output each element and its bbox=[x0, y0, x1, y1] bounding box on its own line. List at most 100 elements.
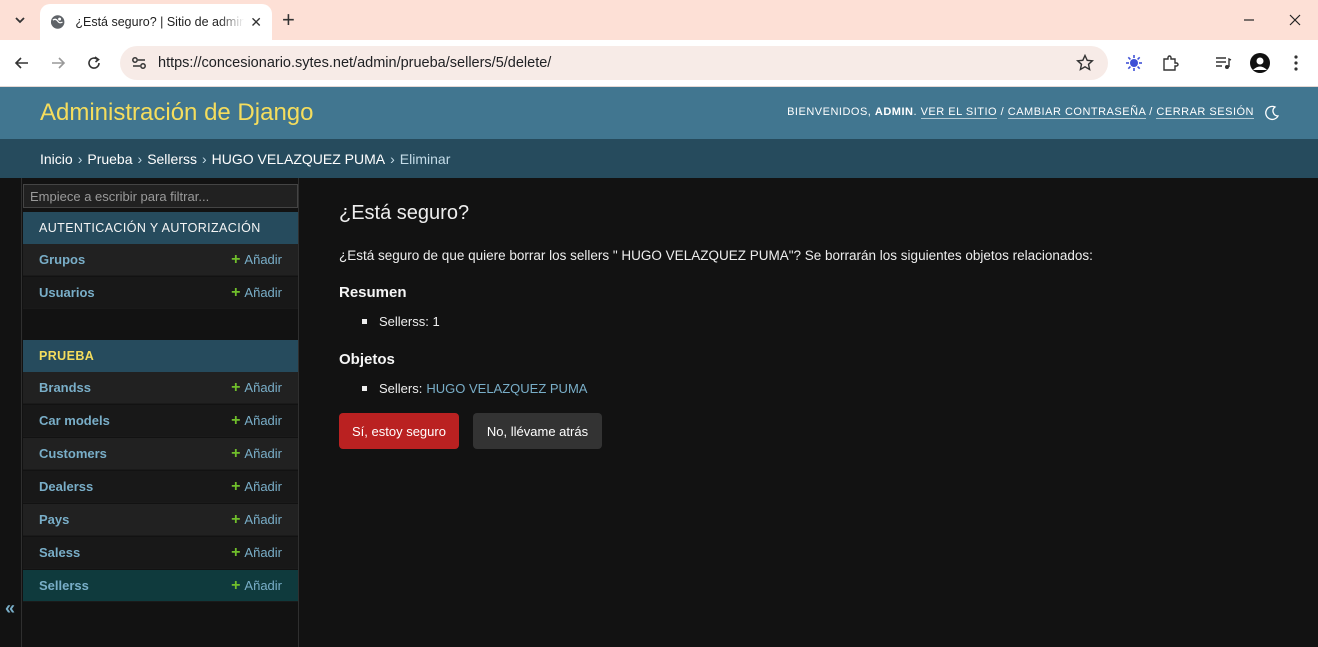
module-caption-label: Autenticación y autorización bbox=[39, 221, 261, 235]
sidebar-item-label[interactable]: Car models bbox=[39, 413, 231, 428]
breadcrumb-app[interactable]: Prueba bbox=[87, 151, 132, 167]
bookmark-star-icon[interactable] bbox=[1076, 54, 1094, 72]
sidebar-item-label[interactable]: Pays bbox=[39, 512, 231, 527]
add-dealerss-button[interactable]: + Añadir bbox=[231, 478, 282, 495]
site-settings-icon[interactable] bbox=[130, 54, 148, 72]
browser-tab-bar: ¿Está seguro? | Sitio de administración … bbox=[0, 0, 1318, 40]
sidebar-toggle[interactable]: « bbox=[0, 178, 22, 647]
objects-heading: Objetos bbox=[339, 351, 395, 368]
sidebar-item-label[interactable]: Grupos bbox=[39, 252, 231, 267]
sidebar-item-saless: Saless + Añadir bbox=[23, 537, 298, 569]
chevron-down-icon bbox=[15, 17, 25, 24]
extension-sunburst-icon[interactable] bbox=[1124, 53, 1144, 73]
main-content: ¿Está seguro? ¿Está seguro de que quiere… bbox=[300, 178, 1318, 647]
breadcrumb-object[interactable]: HUGO VELAZQUEZ PUMA bbox=[212, 151, 385, 167]
tab-title: ¿Está seguro? | Sitio de administración bbox=[75, 15, 245, 29]
logout-link[interactable]: Cerrar sesión bbox=[1156, 106, 1254, 119]
breadcrumb-separator: › bbox=[390, 150, 395, 167]
cancel-button[interactable]: No, llévame atrás bbox=[473, 413, 602, 449]
plus-icon: + bbox=[231, 379, 241, 396]
add-grupos-button[interactable]: + Añadir bbox=[231, 251, 282, 268]
tab-search-button[interactable] bbox=[6, 8, 34, 32]
tab-close-icon[interactable]: ✕ bbox=[250, 14, 262, 31]
add-car-models-button[interactable]: + Añadir bbox=[231, 412, 282, 429]
user-tools: Bienvenidos, admin. Ver el sitio / Cambi… bbox=[787, 106, 1254, 119]
puzzle-icon[interactable] bbox=[1160, 53, 1180, 73]
sidebar-item-brandss: Brandss + Añadir bbox=[23, 372, 298, 404]
arrow-right-icon bbox=[52, 57, 66, 69]
sidebar-filter-input[interactable] bbox=[23, 184, 298, 208]
sidebar-item-sellerss: Sellerss + Añadir bbox=[23, 570, 298, 602]
sidebar-item-label[interactable]: Usuarios bbox=[39, 285, 231, 300]
globe-icon bbox=[50, 15, 65, 29]
add-customers-button[interactable]: + Añadir bbox=[231, 445, 282, 462]
object-link[interactable]: HUGO VELAZQUEZ PUMA bbox=[426, 381, 587, 396]
add-label: Añadir bbox=[244, 380, 282, 395]
breadcrumb-separator: › bbox=[77, 150, 83, 167]
add-label: Añadir bbox=[244, 512, 282, 527]
summary-heading: Resumen bbox=[339, 284, 407, 301]
change-password-link[interactable]: Cambiar contraseña bbox=[1007, 106, 1146, 119]
reload-button[interactable] bbox=[82, 51, 106, 75]
add-sellerss-button[interactable]: + Añadir bbox=[231, 578, 282, 594]
view-site-link[interactable]: Ver el sitio bbox=[920, 106, 998, 119]
sidebar-item-dealerss: Dealerss + Añadir bbox=[23, 471, 298, 503]
sidebar-item-label[interactable]: Sellerss bbox=[39, 578, 231, 593]
breadcrumb-separator: › bbox=[137, 150, 143, 167]
reload-icon bbox=[88, 56, 100, 69]
add-label: Añadir bbox=[244, 413, 282, 428]
collapse-sidebar-icon[interactable]: « bbox=[5, 598, 15, 619]
arrow-left-icon bbox=[14, 57, 28, 69]
maximize-button[interactable] bbox=[1226, 8, 1272, 32]
sidebar-item-label[interactable]: Brandss bbox=[39, 380, 231, 395]
sidebar-item-label[interactable]: Customers bbox=[39, 446, 231, 461]
breadcrumb-home[interactable]: Inicio bbox=[40, 151, 73, 167]
add-label: Añadir bbox=[244, 285, 282, 300]
breadcrumb-current: Eliminar bbox=[399, 150, 451, 167]
sidebar-item-label[interactable]: Saless bbox=[39, 545, 231, 560]
sidebar-item-label[interactable]: Dealerss bbox=[39, 479, 231, 494]
add-label: Añadir bbox=[244, 578, 282, 593]
add-label: Añadir bbox=[244, 252, 282, 267]
media-queue-icon[interactable] bbox=[1213, 53, 1233, 73]
add-usuarios-button[interactable]: + Añadir bbox=[231, 284, 282, 301]
plus-icon: + bbox=[231, 478, 241, 495]
sidebar-item-pays: Pays + Añadir bbox=[23, 504, 298, 536]
plus-icon: + bbox=[231, 445, 241, 462]
sidebar-item-grupos: Grupos + Añadir bbox=[23, 244, 298, 276]
breadcrumb-separator: › bbox=[201, 150, 207, 167]
plus-icon: + bbox=[231, 284, 241, 301]
browser-tab[interactable]: ¿Está seguro? | Sitio de administración … bbox=[40, 4, 272, 40]
new-tab-button[interactable]: + bbox=[282, 8, 295, 32]
site-branding[interactable]: Administración de Django bbox=[40, 99, 313, 127]
address-bar[interactable]: https://concesionario.sytes.net/admin/pr… bbox=[120, 46, 1108, 80]
add-brandss-button[interactable]: + Añadir bbox=[231, 379, 282, 396]
breadcrumb: Inicio › Prueba › Sellerss › HUGO VELAZQ… bbox=[0, 139, 1318, 178]
add-label: Añadir bbox=[244, 479, 282, 494]
plus-icon: + bbox=[231, 544, 241, 561]
back-button[interactable] bbox=[10, 51, 34, 75]
forward-button[interactable] bbox=[46, 51, 70, 75]
plus-icon: + bbox=[231, 412, 241, 429]
page-title: ¿Está seguro? bbox=[339, 202, 470, 224]
module-caption-prueba[interactable]: Prueba bbox=[23, 340, 298, 372]
sidebar-item-customers: Customers + Añadir bbox=[23, 438, 298, 470]
module-caption-auth[interactable]: Autenticación y autorización bbox=[23, 212, 298, 244]
username: admin bbox=[874, 106, 914, 118]
add-label: Añadir bbox=[244, 545, 282, 560]
profile-avatar-icon[interactable] bbox=[1250, 53, 1270, 73]
add-saless-button[interactable]: + Añadir bbox=[231, 544, 282, 561]
moon-icon[interactable] bbox=[1264, 105, 1280, 121]
close-window-button[interactable] bbox=[1272, 8, 1318, 32]
summary-item-text: Sellerss: 1 bbox=[379, 314, 440, 329]
kebab-menu-icon[interactable] bbox=[1286, 53, 1306, 73]
breadcrumb-model[interactable]: Sellerss bbox=[147, 151, 197, 167]
sidebar-item-usuarios: Usuarios + Añadir bbox=[23, 277, 298, 309]
plus-icon: + bbox=[231, 251, 241, 268]
add-pays-button[interactable]: + Añadir bbox=[231, 512, 282, 528]
delete-confirmation-text: ¿Está seguro de que quiere borrar los se… bbox=[339, 248, 1093, 263]
module-caption-label: Prueba bbox=[39, 349, 95, 363]
nav-sidebar: Autenticación y autorización Grupos +Aña… bbox=[22, 178, 299, 647]
confirm-delete-button[interactable]: Sí, estoy seguro bbox=[339, 413, 459, 449]
objects-list: Sellers: HUGO VELAZQUEZ PUMA bbox=[362, 381, 587, 396]
